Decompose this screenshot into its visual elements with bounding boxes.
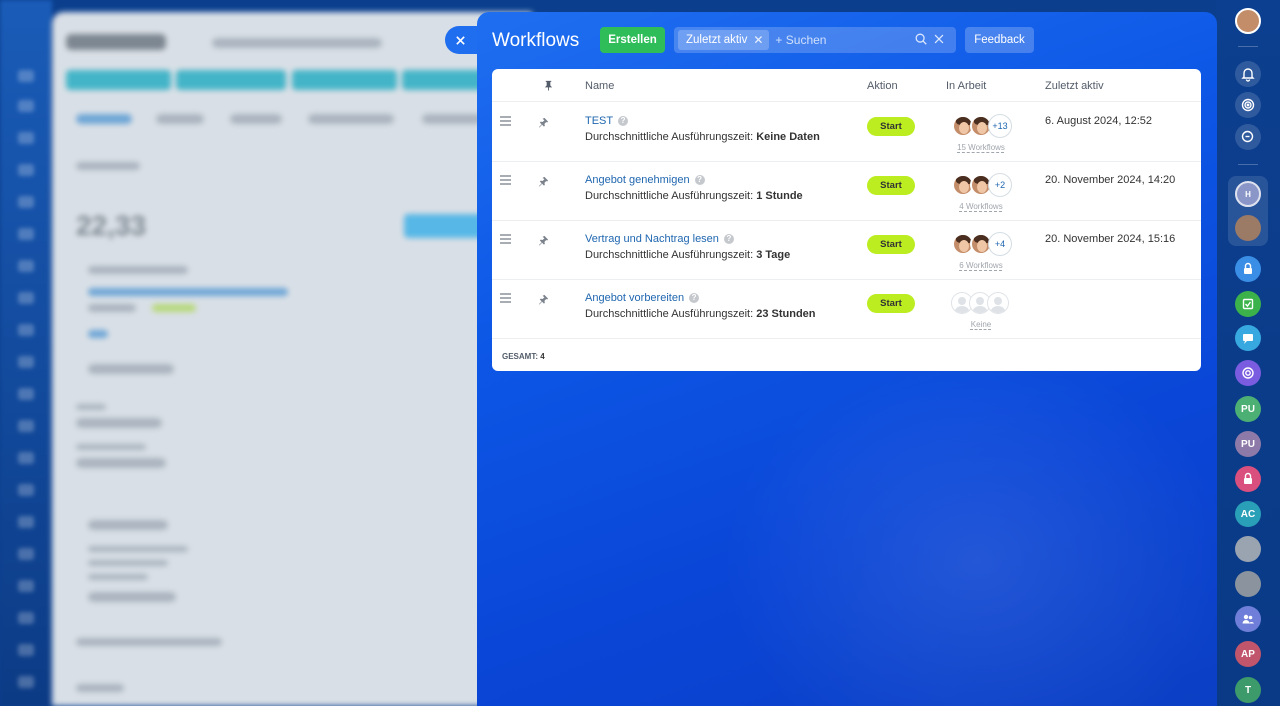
column-action[interactable]: Aktion [867,80,898,92]
drag-handle-icon[interactable] [500,293,511,305]
help-icon[interactable]: ? [723,233,734,244]
chat-avatar-ap[interactable]: AP [1235,641,1261,667]
lock-chat-icon-2[interactable] [1235,466,1261,492]
drag-handle-icon[interactable] [500,234,511,246]
workflows-grid: Name Aktion In Arbeit Zuletzt aktiv TEST… [492,69,1201,371]
user-avatar[interactable] [1235,8,1261,34]
chat-avatar-person[interactable] [1235,215,1261,241]
pin-icon[interactable] [538,115,549,133]
pin-icon[interactable] [538,233,549,251]
chat-avatar-t[interactable]: T [1235,677,1261,703]
running-avatars[interactable] [951,292,1009,314]
start-button[interactable]: Start [867,294,915,313]
pin-icon[interactable] [538,174,549,192]
right-rail: H PU PU AC AP T [1216,0,1280,706]
start-button[interactable]: Start [867,235,915,254]
column-name[interactable]: Name [585,80,614,92]
column-in-progress[interactable]: In Arbeit [946,80,986,92]
grid-header: Name Aktion In Arbeit Zuletzt aktiv [492,69,1201,102]
feedback-button[interactable]: Feedback [965,27,1034,53]
background-left-nav [0,0,52,706]
help-icon[interactable]: ? [694,174,705,185]
workflows-panel: Workflows Erstellen Zuletzt aktiv ✕ Feed… [477,12,1217,706]
clear-search-icon[interactable] [932,32,946,46]
panel-title: Workflows [492,30,580,51]
tasks-chat-icon[interactable] [1235,291,1261,317]
search-chat-icon[interactable] [1235,124,1261,150]
copilot-chat-icon[interactable] [1235,360,1261,386]
table-row: Vertrag und Nachtrag lesen? Durchschnitt… [492,221,1201,280]
search-icon[interactable] [914,32,928,46]
last-active-date: 20. November 2024, 14:20 [1045,174,1176,186]
running-avatars[interactable]: +2 [952,173,1012,197]
avg-time: Durchschnittliche Ausführungszeit: Keine… [585,131,820,143]
table-row: Angebot genehmigen? Durchschnittliche Au… [492,162,1201,221]
running-avatars[interactable]: +4 [952,232,1012,256]
pin-column-icon[interactable] [543,80,554,94]
avg-time: Durchschnittliche Ausführungszeit: 1 Stu… [585,190,803,202]
start-button[interactable]: Start [867,117,915,136]
running-workflows-link[interactable]: 6 Workflows [941,261,1021,270]
lock-chat-icon[interactable] [1235,256,1261,282]
column-last-active[interactable]: Zuletzt aktiv [1045,80,1104,92]
messages-chat-icon[interactable] [1235,325,1261,351]
running-workflows-link[interactable]: Keine [941,320,1021,329]
drag-handle-icon[interactable] [500,175,511,187]
grid-total: GESAMT: 4 [502,352,545,361]
empty-avatar [987,292,1009,314]
workflow-name-link[interactable]: TEST? [585,115,629,127]
chat-avatar-pu-1[interactable]: PU [1235,396,1261,422]
filter-chip-last-active[interactable]: Zuletzt aktiv ✕ [678,30,770,50]
drag-handle-icon[interactable] [500,116,511,128]
filter-search-box[interactable]: Zuletzt aktiv ✕ [674,27,956,53]
avg-time: Durchschnittliche Ausführungszeit: 3 Tag… [585,249,791,261]
last-active-date: 20. November 2024, 15:16 [1045,233,1176,245]
running-workflows-link[interactable]: 4 Workflows [941,202,1021,211]
chat-avatar-person-3[interactable] [1235,571,1261,597]
background-page: 22,33 [52,12,532,706]
more-count-badge: +13 [988,114,1012,138]
filter-chip-label: Zuletzt aktiv [686,34,748,46]
help-icon[interactable]: ? [689,292,700,303]
running-avatars[interactable]: +13 [952,114,1012,138]
group-chat-icon[interactable] [1235,606,1261,632]
start-button[interactable]: Start [867,176,915,195]
table-row: TEST? Durchschnittliche Ausführungszeit:… [492,103,1201,162]
workflow-name-link[interactable]: Vertrag und Nachtrag lesen? [585,233,734,245]
create-button[interactable]: Erstellen [600,27,665,53]
search-input[interactable] [775,33,906,47]
more-count-badge: +4 [988,232,1012,256]
pin-icon[interactable] [538,292,549,310]
chat-avatar-ac[interactable]: AC [1235,501,1261,527]
notifications-bell-icon[interactable] [1235,61,1261,87]
more-count-badge: +2 [988,173,1012,197]
table-row: Angebot vorbereiten? Durchschnittliche A… [492,280,1201,339]
remove-filter-icon[interactable]: ✕ [753,33,763,47]
running-workflows-link[interactable]: 15 Workflows [941,143,1021,152]
last-active-date: 6. August 2024, 12:52 [1045,115,1153,127]
close-icon [456,35,465,45]
chat-avatar-pu-2[interactable]: PU [1235,431,1261,457]
help-icon[interactable]: ? [618,115,629,126]
chat-avatar-person-2[interactable] [1235,536,1261,562]
chat-avatar-h[interactable]: H [1235,181,1261,207]
avg-time: Durchschnittliche Ausführungszeit: 23 St… [585,308,816,320]
workflow-name-link[interactable]: Angebot genehmigen? [585,174,705,186]
spiral-icon[interactable] [1235,92,1261,118]
workflow-name-link[interactable]: Angebot vorbereiten? [585,292,700,304]
